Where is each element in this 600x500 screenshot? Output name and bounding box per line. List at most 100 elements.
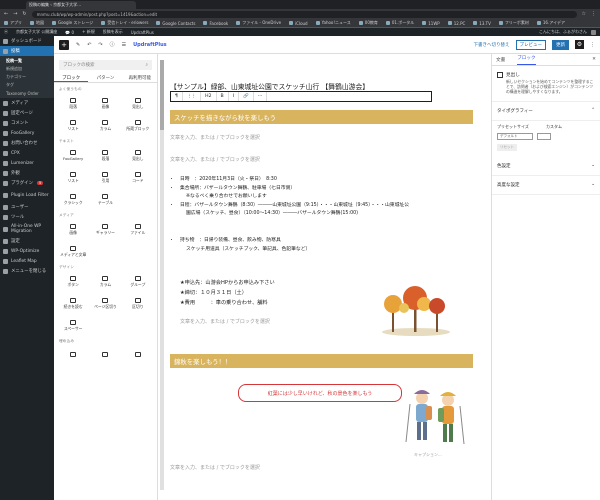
- block-item[interactable]: 段落: [89, 145, 121, 165]
- block-item[interactable]: [89, 345, 121, 365]
- url-field[interactable]: mnmu.club/wp/wp-admin/post.php?post=1419…: [31, 10, 577, 18]
- sidebar-item[interactable]: プラグイン 5: [0, 178, 54, 188]
- comments-count[interactable]: 💬 0: [65, 30, 74, 35]
- preview-button[interactable]: プレビュー: [515, 39, 546, 50]
- updraft-link[interactable]: UpdraftPlus: [131, 30, 154, 35]
- block-item[interactable]: リスト: [57, 167, 89, 187]
- view-post-link[interactable]: 投稿を表示: [103, 29, 123, 35]
- preset-size-select[interactable]: デフォルト: [497, 132, 533, 140]
- sidebar-item[interactable]: 外観: [0, 168, 54, 178]
- block-item[interactable]: ギャラリー: [89, 219, 121, 239]
- sidebar-subitem[interactable]: 投稿一覧: [0, 57, 54, 65]
- sidebar-item[interactable]: Plugin Load Filter: [0, 188, 54, 202]
- block-item[interactable]: 画像: [57, 219, 89, 239]
- typography-panel-header[interactable]: タイポグラフィー ⌃: [492, 102, 600, 121]
- update-button[interactable]: 更新: [552, 39, 569, 50]
- block-item[interactable]: コード: [122, 167, 154, 187]
- block-toolbar-button[interactable]: ⋮⋮: [183, 92, 202, 101]
- block-item[interactable]: 続きを読む: [57, 293, 89, 313]
- back-icon[interactable]: ←: [4, 11, 8, 17]
- block-inserter-toggle[interactable]: +: [59, 39, 69, 50]
- block-item[interactable]: ページ区切り: [89, 293, 121, 313]
- paragraph-placeholder[interactable]: 文章を入力、または / でブロックを選択: [170, 134, 260, 141]
- sidebar-item[interactable]: All-in-One WP Migration: [0, 222, 54, 236]
- block-item[interactable]: テーブル: [89, 189, 121, 209]
- custom-size-input[interactable]: [537, 132, 551, 140]
- sidebar-item[interactable]: お問い合わせ: [0, 138, 54, 148]
- bookmark-item[interactable]: Google Contacts: [156, 21, 195, 26]
- updraft-button[interactable]: UpdraftPlus: [133, 42, 167, 48]
- bookmark-item[interactable]: 00教育: [358, 20, 378, 26]
- wp-logo-icon[interactable]: ⓦ: [4, 29, 8, 35]
- bookmark-item[interactable]: 地図: [30, 20, 44, 26]
- close-icon[interactable]: ✕: [592, 57, 596, 62]
- bookmark-item[interactable]: iCloud: [289, 21, 308, 26]
- block-item[interactable]: スペーサー: [57, 315, 89, 335]
- sidebar-item[interactable]: ツール: [0, 212, 54, 222]
- sidebar-item[interactable]: CPX: [0, 148, 54, 158]
- paragraph-placeholder[interactable]: 文章を入力、または / でブロックを選択: [170, 156, 260, 163]
- avatar[interactable]: [591, 29, 596, 35]
- settings-gear-icon[interactable]: ⚙: [575, 40, 584, 49]
- block-toolbar-button[interactable]: B: [217, 92, 229, 101]
- block-item[interactable]: 段落: [57, 93, 89, 113]
- sidebar-item[interactable]: 投稿: [0, 46, 54, 56]
- heading-block-1[interactable]: スケッチを描きながら秋を楽しもう: [170, 110, 473, 124]
- scroll-thumb[interactable]: [160, 60, 164, 130]
- sidebar-item[interactable]: FooGallery: [0, 128, 54, 138]
- tab-document[interactable]: 文書: [496, 57, 505, 63]
- bookmark-item[interactable]: アプリ: [4, 20, 22, 26]
- block-item[interactable]: [122, 345, 154, 365]
- block-toolbar-button[interactable]: H2: [201, 92, 217, 101]
- application-info[interactable]: ★申込先：山游会HPからお申込み下さい ★締切：１０月３１日（土） ★費用 ：車…: [180, 278, 275, 308]
- block-item[interactable]: 区切り: [122, 293, 154, 313]
- block-item[interactable]: 引用: [89, 167, 121, 187]
- new-content-link[interactable]: + 新規: [82, 29, 95, 35]
- bookmark-item[interactable]: フリーポ素材: [498, 20, 529, 26]
- block-toolbar-button[interactable]: 🔗: [239, 92, 254, 101]
- block-item[interactable]: メディアと文章: [57, 241, 89, 261]
- heading-block-2[interactable]: 錦秋を楽しもう！！: [170, 354, 473, 368]
- paragraph-placeholder[interactable]: 文章を入力、または / でブロックを選択: [170, 464, 260, 471]
- site-name[interactable]: 京都女子大学 公開講座: [16, 29, 57, 35]
- sidebar-subitem[interactable]: タグ: [0, 81, 54, 89]
- bookmark-item[interactable]: 16.アイデア: [536, 20, 565, 26]
- sidebar-subitem[interactable]: Taxonomy Order: [0, 89, 54, 97]
- undo-icon[interactable]: ↶: [87, 42, 91, 48]
- list-view-icon[interactable]: ☰: [122, 42, 126, 48]
- event-list[interactable]: 日時 ：2020年11月3日（火・祭日） 8:30 集合場所：バザールタウン舞鶴…: [180, 176, 409, 219]
- bookmark-item[interactable]: Facebook: [203, 21, 228, 26]
- block-item[interactable]: ファイル: [122, 219, 154, 239]
- block-item[interactable]: カラム: [89, 271, 121, 291]
- block-item[interactable]: グループ: [122, 271, 154, 291]
- block-toolbar-button[interactable]: ⋯: [254, 92, 268, 101]
- bookmark-item[interactable]: 01.ポータル: [385, 20, 414, 26]
- sidebar-item[interactable]: ユーザー: [0, 202, 54, 212]
- belongings-list[interactable]: 持ち物 ：日帰り装備、昼食、飲み物、防寒具 スケッチ用道具（スケッチブック、筆記…: [180, 237, 310, 254]
- tab-reusable[interactable]: 再利用可能: [123, 74, 157, 82]
- bookmark-item[interactable]: 12.PC: [447, 21, 465, 26]
- block-item[interactable]: ボタン: [57, 271, 89, 291]
- greeting[interactable]: こんにちは、ふぁがわさん: [539, 29, 587, 35]
- block-item[interactable]: [57, 345, 89, 365]
- sidebar-item[interactable]: Lumenizer: [0, 158, 54, 168]
- sidebar-item[interactable]: メニューを閉じる: [0, 266, 54, 276]
- block-item[interactable]: クラシック: [57, 189, 89, 209]
- options-dots-icon[interactable]: ⋮: [590, 42, 595, 48]
- block-toolbar-button[interactable]: ¶: [171, 92, 183, 101]
- browser-tab[interactable]: 投稿の編集 ‹ 京都女子大学…: [26, 0, 136, 9]
- hikers-illustration[interactable]: [402, 384, 470, 452]
- tab-patterns[interactable]: パターン: [88, 74, 122, 82]
- tab-blocks[interactable]: ブロック: [54, 74, 89, 82]
- sidebar-item[interactable]: Leaflet Map: [0, 256, 54, 266]
- paragraph-placeholder[interactable]: 文章を入力、または / でブロックを選択: [180, 318, 270, 325]
- redo-icon[interactable]: ↷: [98, 42, 102, 48]
- block-toolbar-button[interactable]: I: [229, 92, 240, 101]
- bookmark-item[interactable]: 13.TV: [473, 21, 491, 26]
- sidebar-item[interactable]: 設定: [0, 236, 54, 246]
- color-panel-header[interactable]: 色設定 ⌄: [492, 157, 600, 176]
- sidebar-item[interactable]: ダッシュボード: [0, 36, 54, 46]
- autumn-trees-image[interactable]: [380, 282, 452, 336]
- sidebar-item[interactable]: WP-Optimize: [0, 246, 54, 256]
- advanced-panel-header[interactable]: 高度な設定 ⌄: [492, 176, 600, 195]
